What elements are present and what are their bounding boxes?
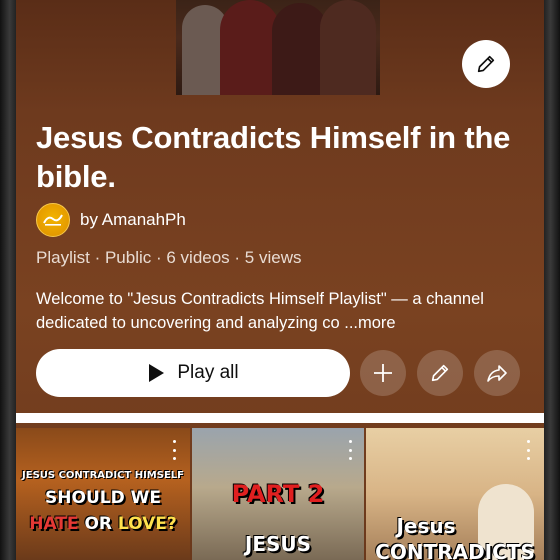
pencil-icon [431, 364, 449, 382]
thumbnail-caption: CONTRADICTS [375, 540, 535, 560]
video-thumbnail[interactable]: Jesus CONTRADICTS [366, 428, 544, 560]
playlist-meta: Playlist · Public · 6 videos · 5 views [36, 248, 302, 267]
thumbnail-caption: PART 2 [231, 480, 325, 508]
phone-frame: Jesus Contradicts Himself in the bible. … [0, 0, 560, 560]
cover-figure [320, 0, 376, 95]
channel-name[interactable]: by AmanahPh [80, 210, 186, 230]
more-options-icon[interactable] [168, 440, 180, 460]
share-button[interactable] [474, 350, 520, 396]
thumbnail-caption: JESUS CONTRADICT HIMSELF [22, 470, 184, 481]
amanah-logo-icon [42, 211, 64, 230]
playlist-cover-thumbnail[interactable] [176, 0, 380, 95]
play-all-button[interactable]: Play all [36, 349, 350, 397]
channel-row[interactable]: by AmanahPh [36, 203, 186, 237]
plus-icon [374, 364, 392, 382]
add-to-playlist-button[interactable] [360, 350, 406, 396]
edit-playlist-button[interactable] [417, 350, 463, 396]
thumbnail-caption: HATE OR LOVE? [16, 514, 190, 534]
more-options-icon[interactable] [344, 440, 356, 460]
phone-bezel [544, 0, 560, 560]
thumbnail-caption-word: LOVE? [117, 514, 177, 534]
phone-bezel [0, 0, 16, 560]
thumbnail-caption: JESUS [244, 532, 312, 556]
thumbnail-caption-word: OR [84, 514, 112, 534]
playlist-screen: Jesus Contradicts Himself in the bible. … [16, 0, 544, 560]
more-options-icon[interactable] [522, 440, 534, 460]
video-thumbnail[interactable]: PART 2 JESUS [192, 428, 364, 560]
thumbnail-caption-word: HATE [29, 514, 79, 534]
description-text: Welcome to "Jesus Contradicts Himself Pl… [36, 290, 484, 332]
video-thumbnail[interactable]: JESUS CONTRADICT HIMSELF SHOULD WE HATE … [16, 428, 190, 560]
playlist-description[interactable]: Welcome to "Jesus Contradicts Himself Pl… [36, 287, 526, 335]
pencil-icon [477, 55, 495, 73]
section-divider [16, 413, 544, 423]
thumbnail-caption: Jesus [396, 514, 456, 538]
action-bar: Play all [36, 349, 526, 397]
share-icon [487, 365, 507, 382]
play-all-label: Play all [177, 362, 239, 383]
channel-avatar[interactable] [36, 203, 70, 237]
thumbnail-caption: SHOULD WE [45, 488, 161, 508]
edit-cover-button[interactable] [462, 40, 510, 88]
play-icon [149, 364, 165, 382]
cover-figure [220, 0, 280, 95]
video-grid: JESUS CONTRADICT HIMSELF SHOULD WE HATE … [16, 428, 544, 560]
description-more-link[interactable]: ...more [344, 314, 395, 332]
playlist-title: Jesus Contradicts Himself in the bible. [36, 120, 511, 194]
